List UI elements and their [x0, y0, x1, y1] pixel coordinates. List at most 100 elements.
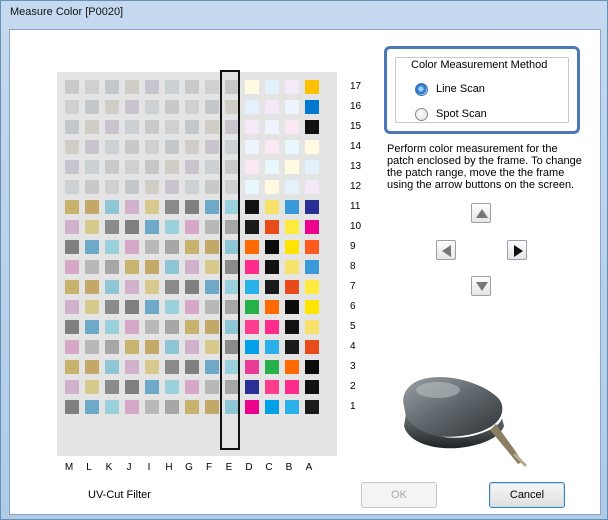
- patch-cell: [205, 140, 219, 154]
- move-down-button[interactable]: [471, 276, 491, 296]
- spot-scan-radio[interactable]: [415, 108, 428, 121]
- patch-cell: [285, 240, 299, 254]
- patch-cell: [125, 360, 139, 374]
- patch-cell: [165, 340, 179, 354]
- patch-cell: [105, 380, 119, 394]
- patch-cell: [85, 80, 99, 94]
- patch-cell: [265, 380, 279, 394]
- row-number: 16: [350, 101, 362, 112]
- patch-cell: [85, 300, 99, 314]
- patch-cell: [285, 180, 299, 194]
- patch-cell: [145, 140, 159, 154]
- column-label: E: [225, 462, 233, 473]
- patch-cell: [305, 300, 319, 314]
- patch-cell: [185, 400, 199, 414]
- patch-cell: [205, 320, 219, 334]
- patch-cell: [105, 100, 119, 114]
- patch-cell: [165, 200, 179, 214]
- move-left-button[interactable]: [436, 240, 456, 260]
- patch-cell: [65, 140, 79, 154]
- patch-cell: [185, 320, 199, 334]
- patch-cell: [65, 380, 79, 394]
- row-number: 14: [350, 141, 362, 152]
- patch-cell: [145, 80, 159, 94]
- column-label: C: [265, 462, 273, 473]
- line-scan-radio[interactable]: [415, 83, 428, 96]
- patch-cell: [125, 400, 139, 414]
- patch-cell: [205, 400, 219, 414]
- patch-cell: [285, 160, 299, 174]
- row-number: 6: [350, 301, 356, 312]
- patch-cell: [165, 360, 179, 374]
- patch-cell: [65, 400, 79, 414]
- patch-cell: [85, 240, 99, 254]
- patch-cell: [245, 180, 259, 194]
- title-bar[interactable]: Measure Color [P0020]: [1, 1, 607, 25]
- patch-cell: [145, 260, 159, 274]
- patch-cell: [145, 100, 159, 114]
- patch-cell: [265, 220, 279, 234]
- patch-cell: [85, 320, 99, 334]
- patch-cell: [105, 260, 119, 274]
- column-label: L: [86, 462, 92, 473]
- spectrophotometer-icon: [403, 376, 528, 468]
- patch-cell: [245, 220, 259, 234]
- patch-cell: [105, 320, 119, 334]
- patch-cell: [165, 140, 179, 154]
- line-scan-label[interactable]: Line Scan: [436, 83, 485, 95]
- patch-cell: [285, 140, 299, 154]
- patch-cell: [65, 120, 79, 134]
- patch-cell: [185, 200, 199, 214]
- patch-cell: [285, 120, 299, 134]
- ok-button[interactable]: OK: [361, 482, 437, 508]
- patch-cell: [285, 300, 299, 314]
- patch-cell: [305, 200, 319, 214]
- patch-cell: [145, 160, 159, 174]
- patch-cell: [265, 280, 279, 294]
- move-up-button[interactable]: [471, 203, 491, 223]
- patch-cell: [145, 340, 159, 354]
- patch-cell: [125, 200, 139, 214]
- patch-cell: [245, 200, 259, 214]
- patch-cell: [245, 120, 259, 134]
- row-number: 10: [350, 221, 362, 232]
- patch-selection-frame[interactable]: [220, 70, 240, 450]
- patch-cell: [85, 340, 99, 354]
- patch-cell: [105, 160, 119, 174]
- patch-cell: [165, 160, 179, 174]
- patch-cell: [285, 220, 299, 234]
- patch-cell: [85, 120, 99, 134]
- patch-cell: [205, 340, 219, 354]
- patch-cell: [305, 340, 319, 354]
- patch-cell: [125, 320, 139, 334]
- patch-cell: [85, 180, 99, 194]
- patch-cell: [125, 80, 139, 94]
- patch-cell: [145, 240, 159, 254]
- spot-scan-label[interactable]: Spot Scan: [436, 108, 487, 120]
- patch-cell: [245, 340, 259, 354]
- patch-cell: [105, 340, 119, 354]
- patch-cell: [185, 160, 199, 174]
- row-number: 15: [350, 121, 362, 132]
- move-right-button[interactable]: [507, 240, 527, 260]
- row-number: 11: [350, 201, 361, 212]
- patch-cell: [265, 320, 279, 334]
- cancel-button[interactable]: Cancel: [489, 482, 565, 508]
- patch-cell: [185, 340, 199, 354]
- patch-cell: [305, 380, 319, 394]
- patch-cell: [285, 100, 299, 114]
- patch-cell: [305, 100, 319, 114]
- patch-cell: [165, 220, 179, 234]
- patch-cell: [305, 360, 319, 374]
- column-label: D: [245, 462, 253, 473]
- patch-cell: [285, 380, 299, 394]
- patch-cell: [145, 180, 159, 194]
- row-number: 5: [350, 321, 356, 332]
- patch-cell: [145, 280, 159, 294]
- patch-cell: [265, 200, 279, 214]
- patch-cell: [85, 220, 99, 234]
- patch-cell: [205, 300, 219, 314]
- patch-cell: [185, 180, 199, 194]
- patch-cell: [285, 340, 299, 354]
- patch-cell: [65, 180, 79, 194]
